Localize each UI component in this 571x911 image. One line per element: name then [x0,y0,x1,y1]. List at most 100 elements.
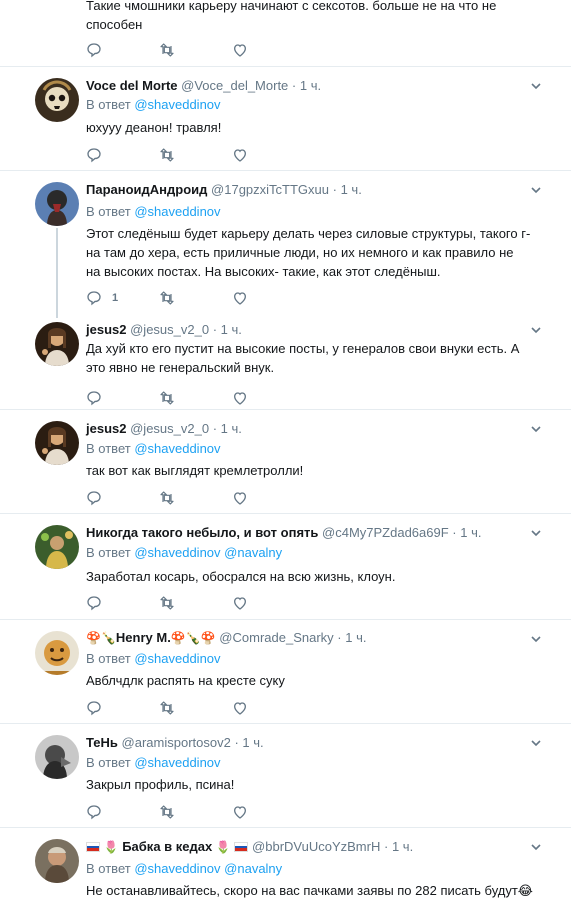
reply-button[interactable] [86,802,102,822]
user-name[interactable]: Никогда такого небыло, и вот опять [86,525,318,540]
tweet[interactable]: 🍄🍾Henry M.🍄🍾🍄 @Comrade_Snarky · 1 ч. В о… [0,620,571,724]
mention-link[interactable]: @shaveddinov [134,545,220,560]
chevron-down-icon[interactable] [529,79,543,93]
timestamp[interactable]: 1 ч. [221,322,242,337]
reply-button[interactable] [86,593,102,613]
mention-link[interactable]: @shaveddinov [134,861,220,876]
like-button[interactable] [232,488,248,508]
avatar[interactable] [35,735,79,779]
chevron-down-icon[interactable] [529,526,543,540]
user-name[interactable]: Бабка в кедах [122,839,212,854]
tweet[interactable]: 🌷 Бабка в кедах 🌷 @bbrDVuUcoYzBmrH · 1 ч… [0,828,571,911]
avatar[interactable] [35,421,79,465]
retweet-button[interactable] [159,388,175,408]
mention-link[interactable]: @navalny [224,545,282,560]
user-name[interactable]: ПараноидАндроид [86,182,207,197]
separator: · [383,839,389,854]
retweet-button[interactable] [159,288,175,308]
chevron-down-icon[interactable] [529,183,543,197]
timestamp[interactable]: 1 ч. [460,525,481,540]
chevron-down-icon[interactable] [529,736,543,750]
avatar[interactable] [35,839,79,883]
chevron-down-icon[interactable] [529,323,543,337]
tweet[interactable]: Такие чмошники карьеру начинают с сексот… [0,0,571,67]
tweet[interactable]: ПараноидАндроид @17gpzxiTcTTGxuu · 1 ч. … [0,171,571,309]
tweet-header: jesus2 @jesus_v2_0 · 1 ч. [86,420,242,438]
chevron-down-icon[interactable] [529,840,543,854]
like-button[interactable] [232,40,248,60]
reply-count: 1 [112,292,119,304]
user-handle[interactable]: @aramisportosov2 [122,735,231,750]
retweet-button[interactable] [159,40,175,60]
like-button[interactable] [232,388,248,408]
mention-link[interactable]: @shaveddinov [134,651,220,666]
chevron-down-icon[interactable] [529,632,543,646]
user-name[interactable]: jesus2 [86,421,126,436]
like-icon [232,595,248,611]
user-name[interactable]: jesus2 [86,322,126,337]
mention-link[interactable]: @shaveddinov [134,97,220,112]
tweet-header: ПараноидАндроид @17gpzxiTcTTGxuu · 1 ч. [86,181,362,199]
reply-button[interactable] [86,145,102,165]
user-handle[interactable]: @Comrade_Snarky [219,630,333,645]
reply-icon [86,42,102,58]
tweet[interactable]: jesus2 @jesus_v2_0 · 1 ч. В ответ @shave… [0,410,571,514]
timestamp[interactable]: 1 ч. [392,839,413,854]
like-button[interactable] [232,593,248,613]
reply-button[interactable] [86,40,102,60]
tweet[interactable]: Никогда такого небыло, и вот опять @c4My… [0,514,571,620]
retweet-button[interactable] [159,488,175,508]
avatar[interactable] [35,631,79,675]
tweet-text: юхууу деанон! травля! [86,120,222,135]
reply-button[interactable]: 1 [86,288,118,308]
reply-button[interactable] [86,488,102,508]
reply-icon [86,700,102,716]
reply-icon [86,290,102,306]
timestamp[interactable]: 1 ч. [300,78,321,93]
timestamp[interactable]: 1 ч. [242,735,263,750]
user-name[interactable]: Henry M. [116,630,171,645]
avatar[interactable] [35,525,79,569]
tweet-header: Voce del Morte @Voce_del_Morte · 1 ч. [86,77,321,95]
chevron-down-icon[interactable] [529,422,543,436]
avatar[interactable] [35,182,79,226]
user-handle[interactable]: @17gpzxiTcTTGxuu [211,182,329,197]
reply-button[interactable] [86,388,102,408]
avatar[interactable] [35,78,79,122]
tweet[interactable]: ТеНь @aramisportosov2 · 1 ч. В ответ @sh… [0,724,571,828]
tweet-actions [86,40,286,60]
timestamp[interactable]: 1 ч. [345,630,366,645]
mention-link[interactable]: @navalny [224,861,282,876]
tweet[interactable]: Voce del Morte @Voce_del_Morte · 1 ч. В … [0,67,571,171]
reply-button[interactable] [86,698,102,718]
user-handle[interactable]: @jesus_v2_0 [130,421,209,436]
like-button[interactable] [232,145,248,165]
reply-context: В ответ @shaveddinov [86,96,221,114]
retweet-button[interactable] [159,698,175,718]
avatar[interactable] [35,322,79,366]
tweet[interactable]: jesus2 @jesus_v2_0 · 1 ч. Да хуй кто его… [0,309,571,410]
mention-link[interactable]: @shaveddinov [134,755,220,770]
user-handle[interactable]: @Voce_del_Morte [181,78,288,93]
retweet-icon [159,490,175,506]
retweet-icon [159,290,175,306]
timestamp[interactable]: 1 ч. [341,182,362,197]
user-handle[interactable]: @bbrDVuUcoYzBmrH [252,839,380,854]
user-handle[interactable]: @jesus_v2_0 [130,322,209,337]
user-name[interactable]: Voce del Morte [86,78,178,93]
user-handle[interactable]: @c4My7PZdad6a69F [322,525,449,540]
reply-icon [86,490,102,506]
retweet-button[interactable] [159,145,175,165]
user-name[interactable]: ТеНь [86,735,118,750]
like-button[interactable] [232,802,248,822]
like-button[interactable] [232,288,248,308]
separator: · [234,735,239,750]
mention-link[interactable]: @shaveddinov [134,204,220,219]
mushroom-icon: 🍄 [170,631,186,645]
like-button[interactable] [232,698,248,718]
retweet-button[interactable] [159,802,175,822]
mention-link[interactable]: @shaveddinov [134,441,220,456]
timestamp[interactable]: 1 ч. [221,421,242,436]
retweet-button[interactable] [159,593,175,613]
reply-context: В ответ @shaveddinov [86,203,221,221]
